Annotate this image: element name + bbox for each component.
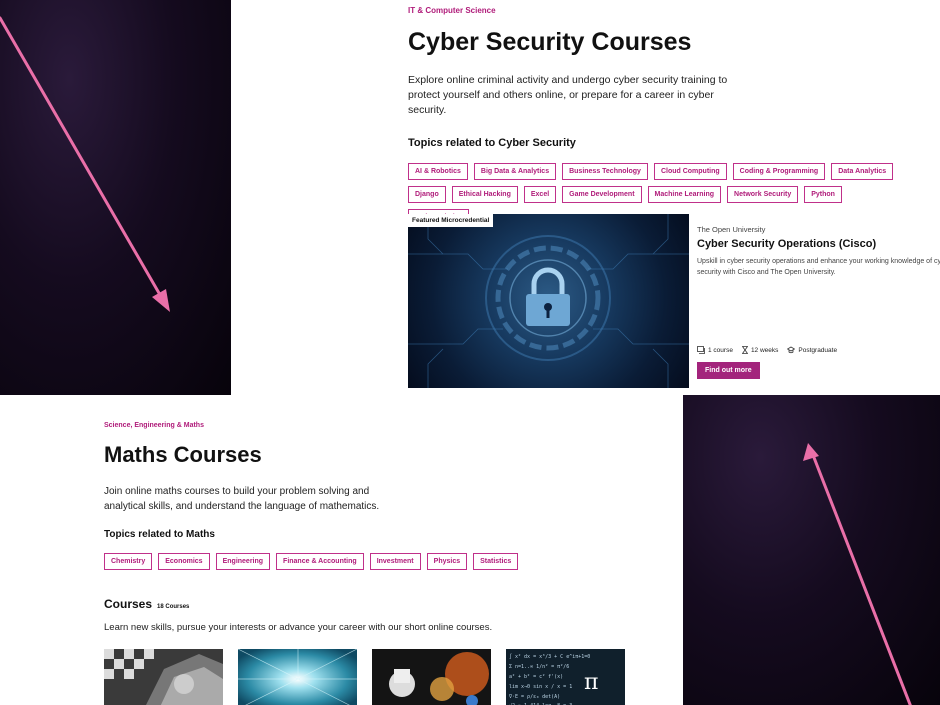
dark-panel-left — [0, 0, 231, 395]
topic-chip[interactable]: Coding & Programming — [732, 163, 826, 180]
topic-chip[interactable]: Economics — [158, 553, 210, 570]
topic-chip[interactable]: Excel — [523, 186, 557, 203]
course-image — [238, 649, 357, 705]
course-count: 1 course — [697, 346, 733, 354]
graduation-icon — [787, 346, 796, 354]
course-icon — [697, 346, 705, 354]
course-thumbnail[interactable]: ∫ x² dx = x³/3 + C e^iπ+1=0 Σ n=1..∞ 1/n… — [506, 649, 625, 705]
topic-chip[interactable]: Statistics — [473, 553, 519, 570]
topic-chip[interactable]: Chemistry — [104, 553, 153, 570]
breadcrumb-it-computer-science[interactable]: IT & Computer Science — [408, 6, 496, 15]
course-thumbnail-list: ∫ x² dx = x³/3 + C e^iπ+1=0 Σ n=1..∞ 1/n… — [104, 649, 625, 705]
page-title: Maths Courses — [104, 442, 262, 467]
course-card-body: The Open University Cyber Security Opera… — [697, 214, 940, 388]
cyber-security-section: IT & Computer Science Cyber Security Cou… — [408, 0, 940, 395]
course-image[interactable]: Featured Microcredential — [408, 214, 689, 388]
svg-text:π: π — [584, 670, 598, 695]
course-provider: The Open University — [697, 225, 766, 234]
course-level: Postgraduate — [787, 346, 837, 354]
topics-heading: Topics related to Cyber Security — [408, 137, 576, 149]
svg-text:Σ n=1..∞ 1/n² = π²/6: Σ n=1..∞ 1/n² = π²/6 — [509, 664, 569, 670]
topic-chip[interactable]: Network Security — [727, 186, 799, 203]
svg-text:∫ x² dx = x³/3 + C e^iπ+1=0: ∫ x² dx = x³/3 + C e^iπ+1=0 — [509, 653, 590, 660]
topic-chip[interactable]: Engineering — [215, 553, 271, 570]
topic-chip[interactable]: Django — [408, 186, 446, 203]
svg-text:∇·E = ρ/ε₀ det(A): ∇·E = ρ/ε₀ det(A) — [508, 694, 560, 700]
course-duration-label: 12 weeks — [750, 346, 779, 354]
dark-panel-right — [683, 395, 940, 705]
page-description: Explore online criminal activity and und… — [408, 74, 728, 116]
course-image — [372, 649, 491, 705]
course-description: Upskill in cyber security operations and… — [697, 258, 940, 276]
breadcrumb-science-engineering-maths[interactable]: Science, Engineering & Maths — [104, 422, 204, 429]
maths-section: Science, Engineering & Maths Maths Cours… — [104, 414, 683, 705]
course-thumbnail[interactable] — [104, 649, 223, 705]
course-duration: 12 weeks — [741, 346, 779, 354]
topic-chip[interactable]: Finance & Accounting — [276, 553, 364, 570]
courses-count: 18 Courses — [157, 604, 190, 610]
page-title: Cyber Security Courses — [408, 28, 692, 56]
topic-chip[interactable]: Machine Learning — [647, 186, 722, 203]
courses-heading: Courses 18 Courses — [104, 597, 189, 611]
topic-chip[interactable]: AI & Robotics — [408, 163, 468, 180]
course-title[interactable]: Cyber Security Operations (Cisco) — [697, 238, 876, 250]
find-out-more-button[interactable]: Find out more — [697, 362, 760, 379]
svg-text:lim x→0 sin x / x = 1: lim x→0 sin x / x = 1 — [509, 684, 572, 690]
topic-chip[interactable]: Investment — [369, 553, 421, 570]
featured-course-card[interactable]: Featured Microcredential The Open Univer… — [408, 214, 940, 388]
topic-chip[interactable]: Data Analytics — [831, 163, 894, 180]
course-thumbnail[interactable] — [372, 649, 491, 705]
course-thumbnail[interactable] — [238, 649, 357, 705]
course-image — [104, 649, 223, 705]
topic-chip[interactable]: Game Development — [562, 186, 642, 203]
course-level-label: Postgraduate — [798, 346, 838, 354]
courses-heading-label: Courses — [104, 597, 153, 611]
topic-chip[interactable]: Physics — [426, 553, 468, 570]
hourglass-icon — [741, 346, 748, 354]
topic-chip[interactable]: Cloud Computing — [653, 163, 727, 180]
topic-chip[interactable]: Business Technology — [562, 163, 648, 180]
topic-chip[interactable]: Ethical Hacking — [451, 186, 518, 203]
topic-chip[interactable]: Big Data & Analytics — [473, 163, 557, 180]
arrow-down-right-icon — [0, 16, 170, 312]
course-image: ∫ x² dx = x³/3 + C e^iπ+1=0 Σ n=1..∞ 1/n… — [506, 649, 625, 705]
course-count-label: 1 course — [708, 346, 733, 354]
courses-subtitle: Learn new skills, pursue your interests … — [104, 622, 493, 633]
featured-badge: Featured Microcredential — [408, 214, 494, 227]
arrow-up-left-icon — [803, 443, 912, 705]
padlock-icon — [408, 214, 689, 388]
topics-heading: Topics related to Maths — [104, 529, 215, 540]
page-description: Join online maths courses to build your … — [104, 486, 380, 512]
topic-chip[interactable]: Python — [804, 186, 842, 203]
topic-chip-list: Chemistry Economics Engineering Finance … — [104, 553, 604, 570]
svg-text:a² + b² = c² f'(x): a² + b² = c² f'(x) — [509, 674, 563, 680]
course-meta: 1 course 12 weeks Postgraduate — [697, 346, 837, 354]
